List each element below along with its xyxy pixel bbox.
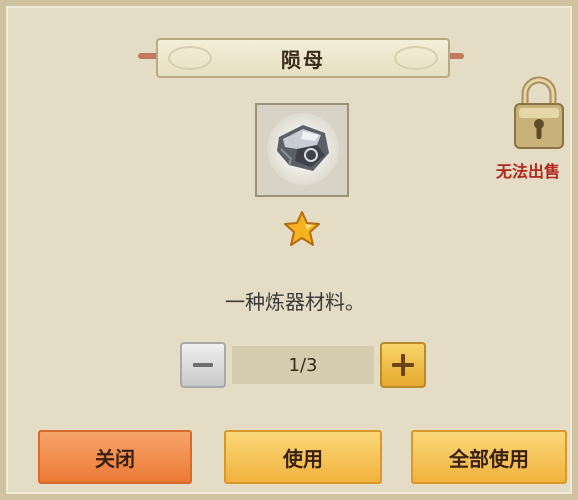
item-description: 一种炼器材料。 xyxy=(225,290,365,314)
increase-quantity-button[interactable] xyxy=(380,342,426,388)
ore-chunk-icon xyxy=(277,125,329,171)
quantity-display: 1/3 xyxy=(232,346,374,384)
item-dialog: 陨母 一种炼器材料。 无法出售 1/3 关闭 使用 全部使用 xyxy=(0,0,578,500)
plus-icon xyxy=(392,354,414,376)
decrease-quantity-button[interactable] xyxy=(180,342,226,388)
item-icon-frame xyxy=(255,103,349,197)
use-all-button[interactable]: 全部使用 xyxy=(411,430,567,484)
use-button[interactable]: 使用 xyxy=(224,430,382,484)
close-button[interactable]: 关闭 xyxy=(38,430,192,484)
rarity-star-icon xyxy=(284,211,320,246)
title-banner: 陨母 xyxy=(156,38,450,78)
item-title: 陨母 xyxy=(281,47,325,72)
lock-icon xyxy=(514,76,564,149)
sell-status-label: 无法出售 xyxy=(496,162,561,181)
minus-icon xyxy=(193,363,213,367)
